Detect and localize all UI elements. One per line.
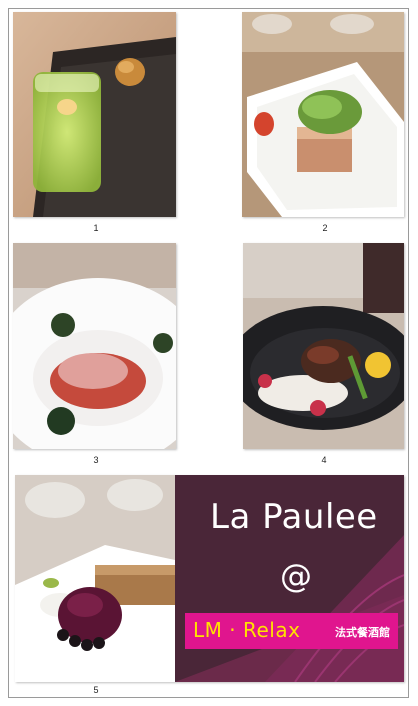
caption-2: 2	[322, 223, 328, 233]
photo-2[interactable]	[242, 12, 404, 217]
photo-5-banner[interactable]: La Paulee @ LM · Relax 法式餐酒館	[15, 475, 404, 682]
brand-subtitle: 法式餐酒館	[335, 626, 390, 639]
banner-at-sign: @	[280, 557, 312, 595]
gallery-frame: 1 2 3 4 La Paulee @ LM · Relax 法式餐酒館 5	[8, 8, 409, 698]
caption-4: 4	[321, 455, 327, 465]
caption-1: 1	[93, 223, 99, 233]
beef-plate-image	[243, 243, 404, 449]
photo-1[interactable]	[13, 12, 176, 217]
brand-bar: LM · Relax 法式餐酒館	[185, 613, 398, 649]
photo-4[interactable]	[243, 243, 404, 449]
dessert-cup-image	[13, 12, 176, 217]
photo-3[interactable]	[13, 243, 176, 449]
terrine-salad-image	[242, 12, 404, 217]
brand-logo: LM · Relax	[193, 618, 301, 642]
banner-title: La Paulee	[210, 497, 378, 537]
caption-5: 5	[93, 685, 99, 695]
caption-3: 3	[93, 455, 99, 465]
plated-main-image	[13, 243, 176, 449]
